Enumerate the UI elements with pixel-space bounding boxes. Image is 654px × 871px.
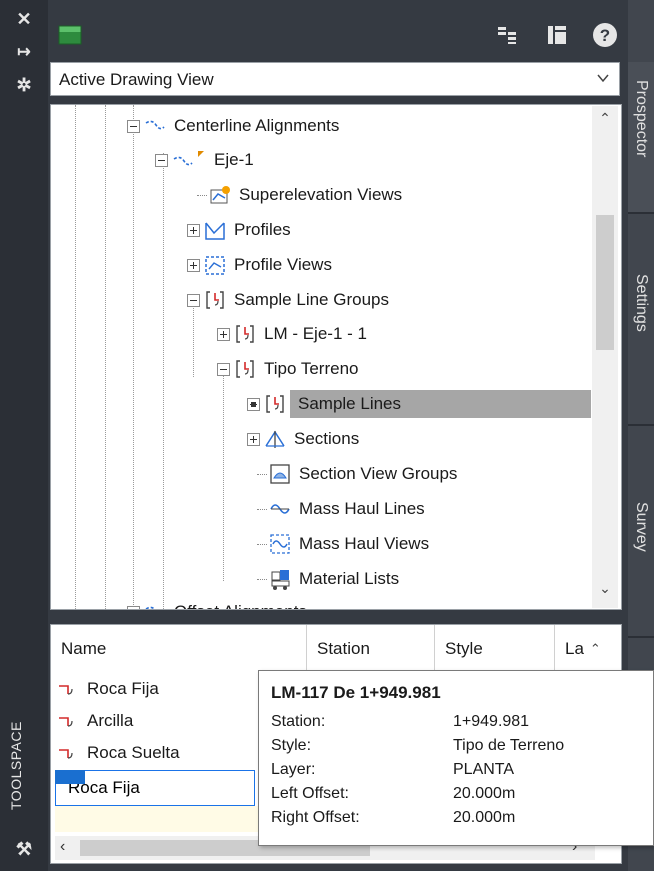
tree-item-material-lists[interactable]: Material Lists [257,564,399,594]
sample-lines-node-icon[interactable] [247,397,260,411]
collapse-icon[interactable] [155,153,168,167]
tree-item-tipo-terreno[interactable]: Tipo Terreno [217,354,359,384]
section-icon [264,428,286,450]
close-icon[interactable]: ✕ [0,10,48,28]
panel-view-icon[interactable] [546,24,568,46]
collapse-icon[interactable] [187,293,200,307]
sample-line-icon [57,745,81,763]
column-header-style[interactable]: Style [435,625,555,673]
name-edit-field[interactable]: Roca Fija [55,770,255,806]
scroll-up-icon[interactable]: ⌃ [592,110,618,127]
drawing-icon[interactable] [58,24,82,46]
tab-survey[interactable]: Survey [628,426,654,636]
svg-text:?: ? [600,26,610,45]
tree-item-profile-views[interactable]: Profile Views [187,250,332,280]
sample-line-group-icon [234,358,256,380]
tooltip-right-offset-value: 20.000m [453,809,516,826]
tree-item-sections[interactable]: Sections [247,424,359,454]
sample-line-group-icon [204,289,226,311]
tree-item-eje1[interactable]: Eje-1 [155,145,254,175]
expand-icon[interactable] [127,605,140,609]
toolspace-label: TOOLSPACE [8,721,24,810]
tooltip-title: LM-117 De 1+949.981 [271,683,441,702]
expand-icon[interactable] [187,258,200,272]
view-dropdown[interactable]: Active Drawing View [50,62,620,96]
column-header-layer[interactable]: La ⌃ [555,625,621,673]
chevron-down-icon [597,71,609,83]
alignment-icon [144,115,166,137]
view-dropdown-value: Active Drawing View [59,70,214,89]
row-selection-marker [55,770,85,784]
scroll-left-icon[interactable]: ‹ [60,838,65,856]
section-view-group-icon [269,463,291,485]
tree-item-centerline-alignments[interactable]: Centerline Alignments [127,111,339,141]
tree-item-sample-lines[interactable]: Sample Lines [247,389,591,419]
panel-toggle-icon[interactable] [496,24,518,46]
alignment-icon [172,149,206,171]
tree-item-section-view-groups[interactable]: Section View Groups [257,459,457,489]
expand-icon[interactable] [217,327,230,341]
collapse-icon[interactable] [127,119,140,133]
tree-item-profiles[interactable]: Profiles [187,215,291,245]
collapse-icon[interactable] [217,362,230,376]
scroll-down-icon[interactable]: ⌄ [592,580,618,597]
tooltip-station-value: 1+949.981 [453,713,530,730]
tooltip-left-offset-value: 20.000m [453,785,516,802]
sample-line-icon [57,681,81,699]
tree-item-mass-haul-views[interactable]: Mass Haul Views [257,529,429,559]
mass-haul-view-icon [269,533,291,555]
sample-line-icon [264,393,286,415]
tab-settings[interactable]: Settings [628,214,654,424]
sample-line-tooltip: LM-117 De 1+949.981 Station: 1+949.981 S… [258,670,654,846]
sort-up-icon[interactable]: ⌃ [590,641,601,657]
profile-view-icon [204,254,226,276]
prospector-tree: Centerline Alignments Eje-1 Superelevati… [50,104,622,610]
profile-icon [204,219,226,241]
superelevation-view-icon [209,184,231,206]
tree-scrollbar-thumb[interactable] [596,215,614,350]
alignment-icon [144,601,166,609]
tooltip-style-value: Tipo de Terreno [453,737,565,754]
tree-item-lm-eje[interactable]: LM - Eje-1 - 1 [217,319,367,349]
tree-item-superelevation-views[interactable]: Superelevation Views [197,180,402,210]
mass-haul-line-icon [269,498,291,520]
column-header-name[interactable]: Name [51,625,307,673]
tab-prospector[interactable]: Prospector [628,62,654,212]
gear-icon[interactable]: ✲ [0,76,48,94]
expand-icon[interactable] [247,432,260,446]
tree-item-mass-haul-lines[interactable]: Mass Haul Lines [257,494,425,524]
expand-icon[interactable] [187,223,200,237]
tooltip-layer-value: PLANTA [453,761,515,778]
tree-item-offset-alignments[interactable]: Offset Alignments [127,597,307,609]
sample-line-icon [57,713,81,731]
tree-scrollbar[interactable] [592,106,618,608]
help-icon[interactable]: ? [592,22,618,48]
material-list-icon [269,568,291,590]
column-header-station[interactable]: Station [307,625,435,673]
tree-item-sample-line-groups[interactable]: Sample Line Groups [187,285,389,315]
pin-icon[interactable]: ↦ [0,44,48,62]
tools-icon[interactable]: ⚒ [0,840,48,858]
sample-line-group-icon [234,323,256,345]
